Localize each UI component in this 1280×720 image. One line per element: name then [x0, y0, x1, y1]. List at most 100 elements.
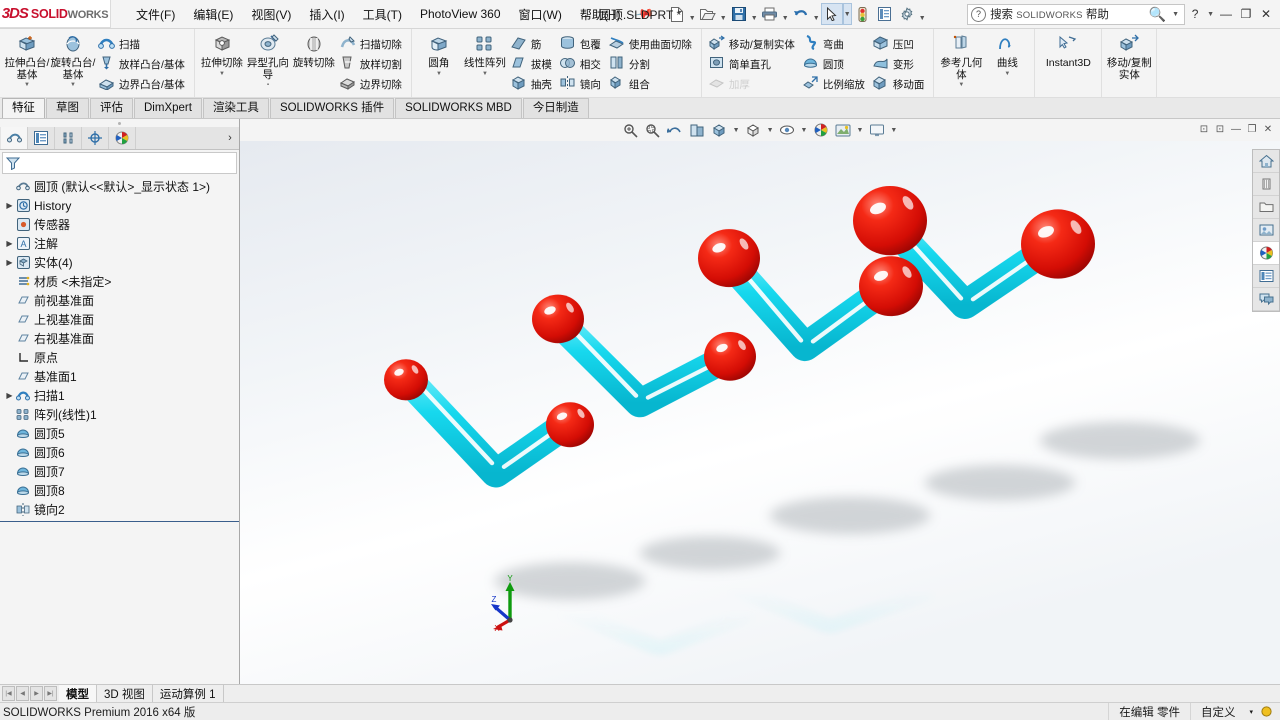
mirror-button[interactable]: 镜向 — [557, 74, 606, 94]
appearance-sphere-icon[interactable] — [810, 120, 831, 140]
bottom-tab-motion-study[interactable]: 运动算例 1 — [153, 685, 224, 702]
undo-caret[interactable]: ▼ — [812, 0, 821, 28]
tree-item-right-plane[interactable]: 右视基准面 — [0, 329, 239, 348]
hide-show-caret[interactable]: ▼ — [799, 127, 810, 134]
shell-button[interactable]: 抽壳 — [508, 74, 557, 94]
monitor-caret[interactable]: ▼ — [888, 127, 899, 134]
task-pane-design-library[interactable] — [1253, 196, 1279, 219]
scene-caret[interactable]: ▼ — [854, 127, 865, 134]
property-manager-tab[interactable] — [28, 127, 55, 149]
select-caret[interactable]: ▼ — [842, 3, 852, 25]
tree-item-dome7[interactable]: 圆顶7 — [0, 462, 239, 481]
menu-item-edit[interactable]: 编辑(E) — [184, 2, 242, 27]
curves-caret[interactable]: ▼ — [1004, 71, 1010, 77]
thicken-button[interactable]: 加厚 — [706, 74, 800, 94]
cursor-arrow-icon[interactable] — [820, 3, 843, 25]
linear-pattern-caret[interactable]: ▼ — [482, 71, 488, 77]
nav-next-button[interactable]: ▶ — [30, 686, 43, 701]
tree-rollback-bar[interactable] — [0, 521, 239, 522]
boundary-boss-button[interactable]: 边界凸台/基体 — [96, 74, 190, 94]
search-caret[interactable]: ▼ — [1170, 11, 1181, 18]
cut-with-surface-button[interactable]: 使用曲面切除 — [606, 34, 697, 54]
menu-item-window[interactable]: 窗口(W) — [510, 2, 571, 27]
help-button[interactable]: ? — [1185, 3, 1205, 25]
zoom-area-icon[interactable] — [643, 120, 664, 140]
task-pane-resources[interactable] — [1253, 173, 1279, 196]
expander[interactable]: ▶ — [4, 239, 15, 248]
reference-geometry-caret[interactable]: ▼ — [958, 82, 964, 88]
tree-item-dome5[interactable]: 圆顶5 — [0, 424, 239, 443]
tree-item-plane1[interactable]: 基准面1 — [0, 367, 239, 386]
move-face-button[interactable]: 移动面 — [870, 74, 930, 94]
new-file-caret[interactable]: ▼ — [688, 0, 697, 28]
bottom-tab-model[interactable]: 模型 — [59, 685, 97, 702]
menu-item-tools[interactable]: 工具(T) — [354, 2, 411, 27]
tree-item-origin[interactable]: 原点 — [0, 348, 239, 367]
tree-item-dome8[interactable]: 圆顶8 — [0, 481, 239, 500]
tab-evaluate[interactable]: 评估 — [90, 98, 133, 118]
hide-show-icon[interactable] — [777, 120, 798, 140]
tab-dimxpert[interactable]: DimXpert — [134, 98, 202, 118]
extruded-boss-button[interactable]: 拉伸凸台/基体 ▼ — [4, 31, 50, 88]
options-caret[interactable]: ▼ — [918, 0, 927, 28]
doc-restore-button[interactable]: ❐ — [1244, 120, 1260, 138]
wrap-button[interactable]: 包覆 — [557, 34, 606, 54]
tab-solidworks-mbd[interactable]: SOLIDWORKS MBD — [395, 98, 522, 118]
sheet-properties-icon[interactable] — [874, 3, 896, 25]
dimxpert-manager-tab[interactable] — [82, 127, 109, 149]
intersect-button[interactable]: 相交 — [557, 54, 606, 74]
restore-button[interactable]: ❐ — [1236, 3, 1256, 25]
move-copy-body-button-2[interactable]: 移动/复制实体 — [1106, 31, 1152, 81]
tab-manufacturing-today[interactable]: 今日制造 — [522, 98, 589, 118]
extruded-cut-button[interactable]: 拉伸切除 ▼ — [199, 31, 245, 77]
revolved-boss-button[interactable]: 旋转凸台/基体 ▼ — [50, 31, 96, 88]
monitor-icon[interactable] — [866, 120, 887, 140]
tree-item-dome6[interactable]: 圆顶6 — [0, 443, 239, 462]
tree-root-part[interactable]: 圆顶 (默认<<默认>_显示状态 1>) — [0, 177, 239, 196]
instant3d-button[interactable]: Instant3D — [1039, 31, 1097, 70]
expander[interactable]: ▶ — [4, 201, 15, 210]
warning-dot-icon[interactable] — [1257, 703, 1280, 720]
open-caret[interactable]: ▼ — [719, 0, 728, 28]
feature-tree-filter[interactable] — [2, 152, 237, 174]
task-pane-home[interactable] — [1253, 150, 1279, 173]
task-pane-custom-properties[interactable] — [1253, 265, 1279, 288]
print-caret[interactable]: ▼ — [781, 0, 790, 28]
search-icon[interactable]: 🔍 — [1149, 6, 1166, 23]
swept-cut-button[interactable]: 扫描切除 — [337, 34, 407, 54]
display-manager-tab[interactable] — [109, 127, 136, 149]
sweep-button[interactable]: 扫描 — [96, 34, 190, 54]
combine-button[interactable]: 组合 — [606, 74, 697, 94]
tab-solidworks-addins[interactable]: SOLIDWORKS 插件 — [269, 98, 395, 118]
gear-icon[interactable] — [896, 3, 918, 25]
linear-pattern-button[interactable]: 线性阵列 ▼ — [462, 31, 508, 77]
reference-geometry-button[interactable]: 参考几何体 ▼ — [938, 31, 984, 88]
tree-item-annotations[interactable]: ▶ A 注解 — [0, 234, 239, 253]
open-folder-icon[interactable] — [697, 3, 719, 25]
scale-button[interactable]: 比例缩放 — [800, 74, 870, 94]
nav-first-button[interactable]: |◀ — [2, 686, 15, 701]
simple-hole-button[interactable]: 简单直孔 — [706, 54, 800, 74]
fillet-button[interactable]: 圆角 ▼ — [416, 31, 462, 77]
doc-close-button[interactable]: ✕ — [1260, 120, 1276, 138]
task-pane-file-explorer[interactable] — [1253, 219, 1279, 242]
extruded-boss-caret[interactable]: ▼ — [24, 82, 30, 88]
scene-icon[interactable] — [832, 120, 853, 140]
save-disk-icon[interactable] — [728, 3, 750, 25]
traffic-light-icon[interactable] — [852, 3, 874, 25]
printer-icon[interactable] — [759, 3, 781, 25]
move-copy-body-button[interactable]: 移动/复制实体 — [706, 34, 800, 54]
search-input[interactable]: ? 搜索 SOLIDWORKS 帮助 🔍 ▼ — [967, 3, 1186, 25]
tree-item-front-plane[interactable]: 前视基准面 — [0, 291, 239, 310]
view-orientation-caret[interactable]: ▼ — [731, 127, 742, 134]
expander[interactable]: ▶ — [4, 258, 15, 267]
tree-item-sensors[interactable]: 传感器 — [0, 215, 239, 234]
extruded-cut-caret[interactable]: ▼ — [219, 71, 225, 77]
status-custom-caret[interactable]: ▾ — [1245, 703, 1257, 720]
lofted-boss-button[interactable]: 放样凸台/基体 — [96, 54, 190, 74]
dome-button[interactable]: 圆顶 — [800, 54, 870, 74]
previous-view-icon[interactable] — [665, 120, 686, 140]
tree-item-sweep1[interactable]: ▶ 扫描1 — [0, 386, 239, 405]
tab-features[interactable]: 特征 — [2, 98, 45, 118]
lofted-cut-button[interactable]: 放样切割 — [337, 54, 407, 74]
